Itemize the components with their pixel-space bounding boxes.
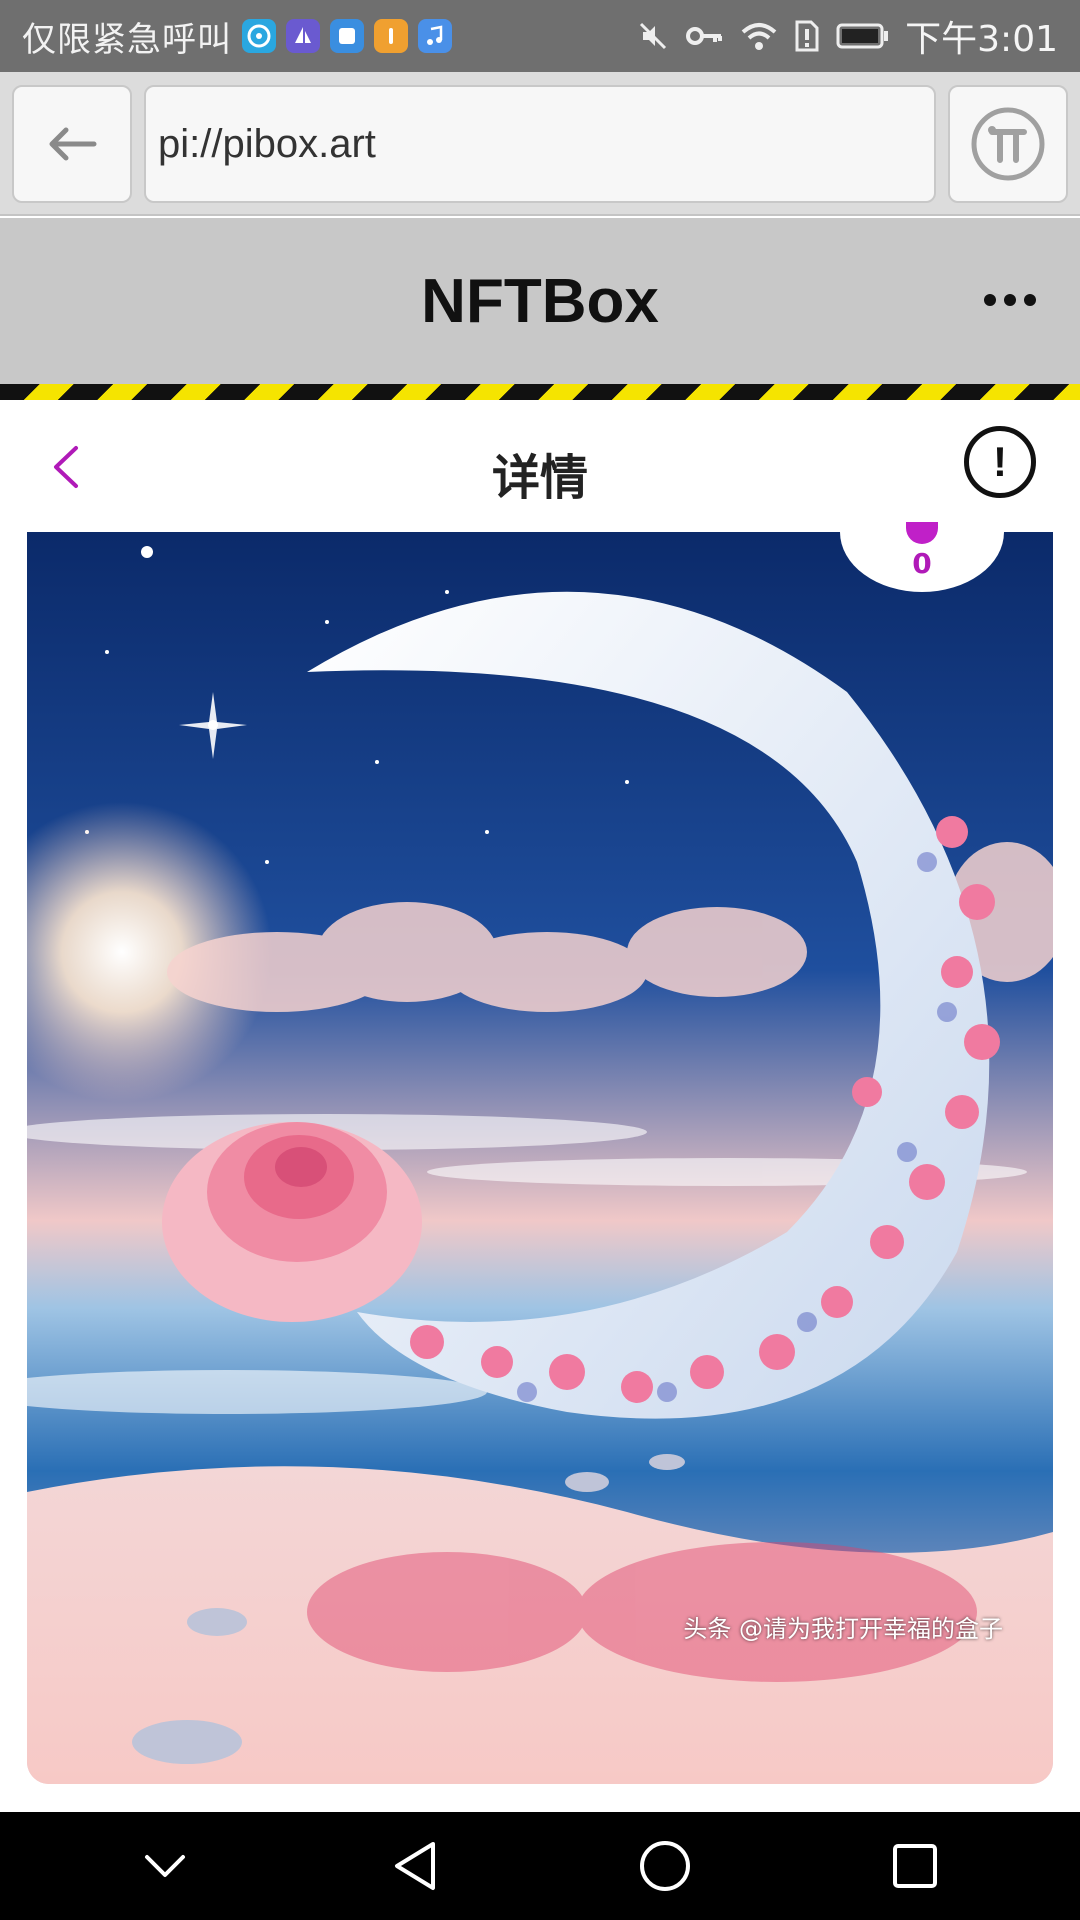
more-dot: [1024, 294, 1036, 306]
battery-icon: [836, 23, 889, 49]
mute-icon: [640, 22, 667, 50]
square-recents-icon: [893, 1844, 937, 1888]
image-watermark: 头条 @请为我打开幸福的盒子: [683, 1615, 1003, 1643]
music-app-icon: [418, 19, 452, 53]
more-dot: [984, 294, 996, 306]
nav-recents-button[interactable]: [875, 1826, 955, 1906]
report-button[interactable]: !: [964, 426, 1036, 498]
url-field[interactable]: pi://pibox.art: [144, 85, 936, 203]
nav-home-button[interactable]: [625, 1826, 705, 1906]
sailboat-icon: [286, 19, 320, 53]
triangle-back-icon: [395, 1842, 435, 1890]
nav-back-button[interactable]: [375, 1826, 455, 1906]
hazard-stripe-divider: [0, 384, 1080, 400]
page-title: 详情: [491, 450, 588, 506]
more-dot: [1004, 294, 1016, 306]
pinwheel-icon: [242, 19, 276, 53]
system-navigation-bar: [0, 1812, 1080, 1920]
arrow-left-icon: [49, 127, 97, 161]
heart-icon: [906, 522, 938, 544]
chevron-down-icon: [145, 1855, 185, 1877]
carrier-text: 仅限紧急呼叫: [22, 19, 232, 60]
pi-logo-icon: [971, 107, 1045, 181]
status-bar: 仅限紧急呼叫 下午3:01: [0, 0, 1080, 72]
pi-wallet-button[interactable]: [948, 85, 1068, 203]
clock: 下午3:01: [905, 19, 1058, 60]
wifi-icon: [741, 23, 777, 50]
sim-alert-icon: [795, 20, 819, 52]
shield-app-icon: [330, 19, 364, 53]
app-title: NFTBox: [421, 267, 659, 336]
more-options-button[interactable]: [984, 294, 1036, 306]
nft-artwork-image[interactable]: 头条 @请为我打开幸福的盒子: [27, 532, 1053, 1784]
like-count: 0: [912, 547, 932, 580]
circle-home-icon: [640, 1841, 690, 1891]
app-header: NFTBox: [0, 218, 1080, 384]
detail-header: 详情 !: [0, 400, 1080, 532]
notification-icons: [242, 19, 452, 53]
orange-app-icon: [374, 19, 408, 53]
browser-toolbar: pi://pibox.art: [0, 72, 1080, 216]
key-icon: [686, 27, 723, 45]
system-status-icons: 下午3:01: [635, 10, 1058, 62]
browser-back-button[interactable]: [12, 85, 132, 203]
hide-nav-button[interactable]: [125, 1826, 205, 1906]
